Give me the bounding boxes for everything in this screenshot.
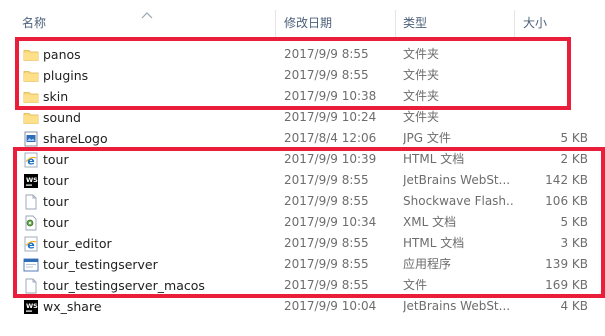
file-list: panos 2017/9/9 8:55 文件夹 plugins 2017/9/9 8:5…	[0, 44, 605, 317]
file-row[interactable]: e tour 2017/9/9 10:39 HTML 文档 2 KB	[0, 149, 605, 170]
file-size	[515, 65, 588, 86]
file-row[interactable]: sound 2017/9/9 10:24 文件夹	[0, 107, 605, 128]
file-date-modified: 2017/9/9 8:55	[284, 68, 369, 82]
file-date-modified: 2017/9/9 10:24	[284, 110, 377, 124]
html-ie-icon: e	[23, 236, 39, 252]
folder-icon	[23, 47, 39, 63]
file-name: skin	[43, 89, 69, 104]
file-name: tour	[43, 152, 69, 167]
application-icon	[23, 257, 39, 273]
file-name: sound	[43, 110, 81, 125]
file-name: tour_editor	[43, 236, 112, 251]
file-date-modified: 2017/9/9 8:55	[284, 236, 369, 250]
folder-icon	[23, 89, 39, 105]
file-date-modified: 2017/9/9 10:34	[284, 215, 377, 229]
svg-text:e: e	[27, 155, 34, 168]
webstorm-icon: WS	[23, 299, 39, 315]
folder-icon	[23, 110, 39, 126]
file-date-modified: 2017/9/9 10:39	[284, 152, 377, 166]
file-size	[515, 44, 588, 65]
column-header-size[interactable]: 大小	[523, 10, 547, 37]
file-name: tour_testingserver	[43, 257, 158, 272]
file-type: Shockwave Flash...	[403, 194, 513, 208]
file-row[interactable]: tour 2017/9/9 8:55 Shockwave Flash... 106 K…	[0, 191, 605, 212]
file-row[interactable]: plugins 2017/9/9 8:55 文件夹	[0, 65, 605, 86]
column-divider[interactable]	[514, 10, 515, 37]
file-date-modified: 2017/9/9 8:55	[284, 278, 369, 292]
file-type: JPG 文件	[403, 131, 451, 145]
svg-text:e: e	[27, 239, 34, 252]
file-name: tour_testingserver_macos	[43, 278, 205, 293]
file-name: wx_share	[43, 299, 102, 314]
file-type: XML 文档	[403, 215, 457, 229]
column-header-name[interactable]: 名称	[22, 10, 46, 37]
svg-text:WS: WS	[26, 176, 38, 184]
xml-file-icon	[23, 215, 39, 231]
file-size: 2 KB	[560, 152, 588, 166]
file-size	[515, 86, 588, 107]
file-row[interactable]: tour_testingserver 2017/9/9 8:55 应用程序 139 K…	[0, 254, 605, 275]
file-row[interactable]: WS tour 2017/9/9 8:55 JetBrains WebSt... 142…	[0, 170, 605, 191]
file-size: 139 KB	[545, 257, 588, 271]
file-row[interactable]: panos 2017/9/9 8:55 文件夹	[0, 44, 605, 65]
blank-file-icon	[23, 278, 39, 294]
file-size: 5 KB	[560, 215, 588, 229]
file-size: 169 KB	[545, 278, 588, 292]
file-type: JetBrains WebSt...	[403, 299, 511, 313]
file-type: 文件	[403, 278, 428, 292]
file-date-modified: 2017/9/9 10:04	[284, 299, 377, 313]
file-size: 3 KB	[560, 236, 588, 250]
file-type: HTML 文档	[403, 236, 465, 250]
blank-file-icon	[23, 194, 39, 210]
column-header-date[interactable]: 修改日期	[284, 10, 332, 37]
column-header-bar: 名称 修改日期 类型 大小	[0, 10, 605, 37]
file-type: 文件夹	[403, 110, 440, 124]
file-size: 106 KB	[545, 194, 588, 208]
file-type: 应用程序	[403, 257, 452, 271]
file-name: panos	[43, 47, 81, 62]
file-explorer-window: 名称 修改日期 类型 大小 panos 2017/9/9 8:55 文件夹 plugi…	[0, 0, 605, 336]
webstorm-icon: WS	[23, 173, 39, 189]
file-size: 4 KB	[560, 299, 588, 313]
file-size: 142 KB	[545, 173, 588, 187]
file-date-modified: 2017/9/9 8:55	[284, 173, 369, 187]
file-name: tour	[43, 173, 69, 188]
file-row[interactable]: tour_testingserver_macos 2017/9/9 8:55 文件 1…	[0, 275, 605, 296]
svg-text:WS: WS	[26, 302, 38, 310]
file-type: 文件夹	[403, 89, 440, 103]
file-date-modified: 2017/9/9 10:38	[284, 89, 377, 103]
file-row[interactable]: WS wx_share 2017/9/9 10:04 JetBrains WebSt.…	[0, 296, 605, 317]
file-type: 文件夹	[403, 68, 440, 82]
jpg-image-icon	[23, 131, 39, 147]
file-date-modified: 2017/9/9 8:55	[284, 257, 369, 271]
file-row[interactable]: tour 2017/9/9 10:34 XML 文档 5 KB	[0, 212, 605, 233]
sort-ascending-icon	[141, 12, 153, 19]
file-row[interactable]: shareLogo 2017/8/4 12:06 JPG 文件 5 KB	[0, 128, 605, 149]
file-size: 5 KB	[560, 131, 588, 145]
file-date-modified: 2017/8/4 12:06	[284, 131, 377, 145]
column-divider[interactable]	[275, 10, 276, 37]
file-row[interactable]: skin 2017/9/9 10:38 文件夹	[0, 86, 605, 107]
file-type: JetBrains WebSt...	[403, 173, 511, 187]
html-ie-icon: e	[23, 152, 39, 168]
column-header-type[interactable]: 类型	[403, 10, 427, 37]
column-divider[interactable]	[395, 10, 396, 37]
file-type: HTML 文档	[403, 152, 465, 166]
file-type: 文件夹	[403, 47, 440, 61]
file-name: shareLogo	[43, 131, 108, 146]
file-name: plugins	[43, 68, 89, 83]
file-name: tour	[43, 194, 69, 209]
file-row[interactable]: e tour_editor 2017/9/9 8:55 HTML 文档 3 KB	[0, 233, 605, 254]
file-name: tour	[43, 215, 69, 230]
file-date-modified: 2017/9/9 8:55	[284, 47, 369, 61]
folder-icon	[23, 68, 39, 84]
file-size	[515, 107, 588, 128]
file-date-modified: 2017/9/9 8:55	[284, 194, 369, 208]
